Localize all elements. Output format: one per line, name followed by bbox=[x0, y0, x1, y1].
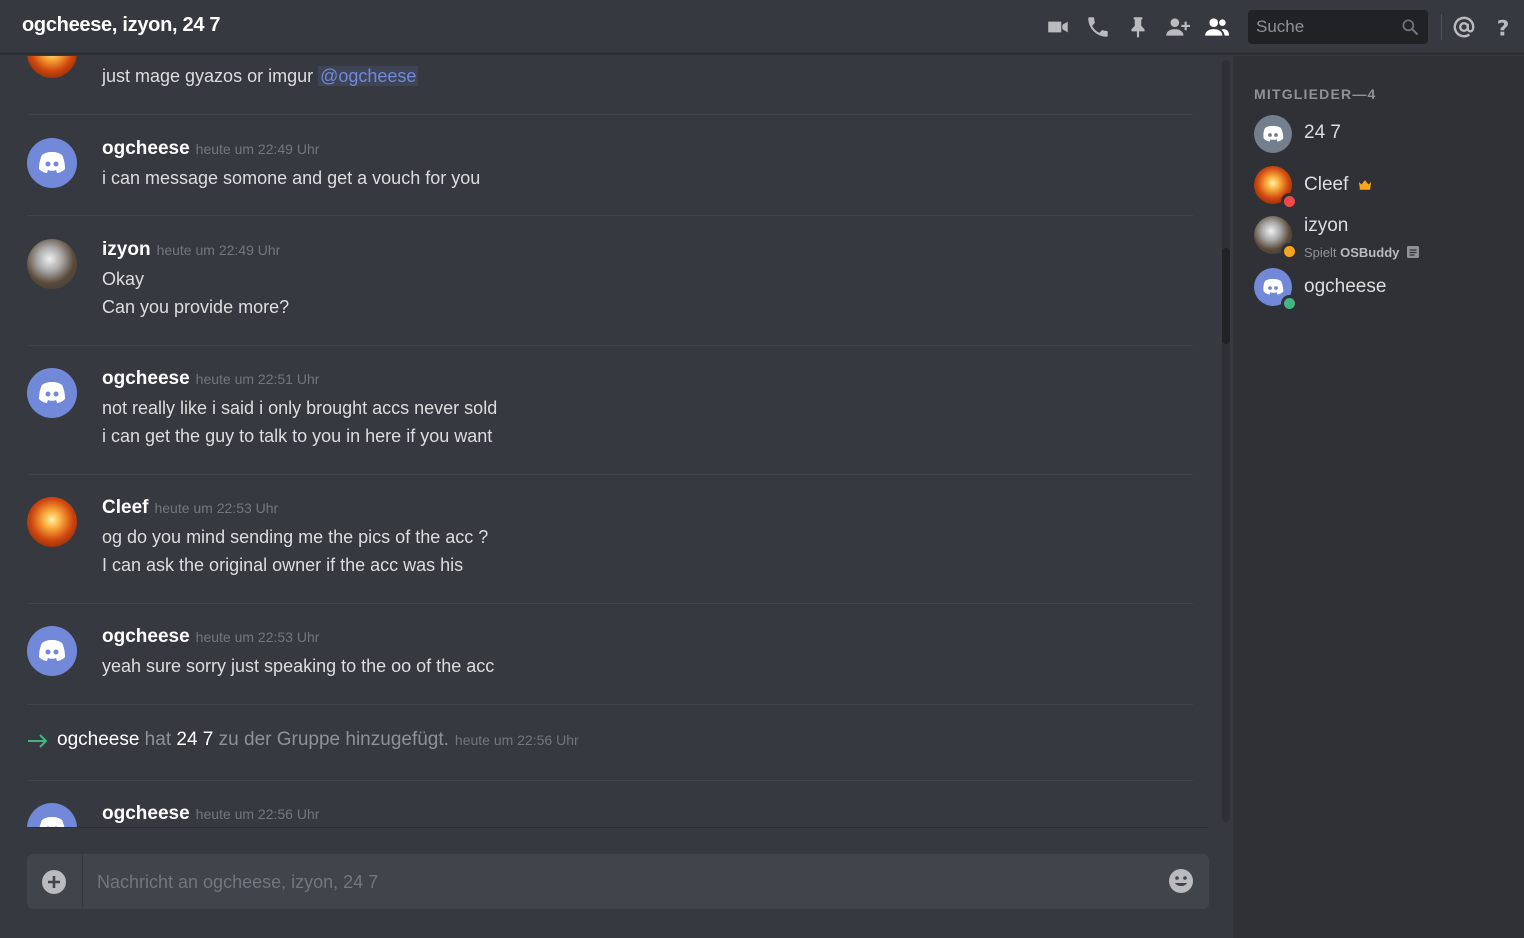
system-text: hat bbox=[139, 729, 177, 750]
header-divider bbox=[1441, 14, 1442, 40]
member-name-text: Cleef bbox=[1304, 174, 1349, 196]
author-name[interactable]: ogcheese bbox=[102, 368, 190, 389]
message-author[interactable]: Cleef heute um 22:53 Uhr bbox=[102, 497, 278, 519]
scrollbar-track[interactable] bbox=[1222, 60, 1230, 822]
message-text: i can get the guy to talk to you in here… bbox=[102, 426, 493, 446]
member-item-ogcheese[interactable]: ogcheese bbox=[1254, 268, 1514, 312]
author-name[interactable]: Cleef bbox=[102, 497, 148, 518]
message-divider bbox=[27, 345, 1193, 346]
help-icon[interactable]: ? bbox=[1490, 14, 1516, 42]
message-timestamp: heute um 22:56 Uhr bbox=[454, 732, 579, 748]
avatar[interactable] bbox=[27, 368, 77, 418]
system-message-text: ogcheese hat 24 7 zu der Gruppe hinzugef… bbox=[57, 729, 579, 751]
system-target[interactable]: 24 7 bbox=[176, 729, 213, 750]
avatar[interactable] bbox=[27, 497, 77, 547]
search-input[interactable] bbox=[1248, 10, 1398, 44]
activity-prefix: Spielt bbox=[1304, 245, 1341, 260]
activity-name: OSBuddy bbox=[1340, 245, 1400, 260]
message-text: i can message somone and get a vouch for… bbox=[102, 168, 481, 188]
channel-title: ogcheese, izyon, 24 7 bbox=[22, 14, 221, 36]
scrollbar-thumb[interactable] bbox=[1222, 248, 1230, 344]
online-status-icon bbox=[1281, 295, 1298, 312]
system-message: ogcheese hat 24 7 zu der Gruppe hinzugef… bbox=[27, 729, 1193, 757]
dnd-status-icon bbox=[1281, 193, 1298, 210]
message-text: Can you provide more? bbox=[102, 297, 290, 317]
rich-presence-icon[interactable] bbox=[1407, 246, 1419, 261]
message-timestamp: heute um 22:49 Uhr bbox=[195, 141, 320, 157]
message-timestamp: heute um 22:49 Uhr bbox=[156, 242, 281, 258]
avatar bbox=[1254, 115, 1292, 153]
message-author[interactable]: ogcheese heute um 22:53 Uhr bbox=[102, 626, 319, 648]
system-text: zu der Gruppe hinzugefügt. bbox=[213, 729, 449, 750]
message-timestamp: heute um 22:56 Uhr bbox=[195, 806, 320, 822]
message-text: not really like i said i only brought ac… bbox=[102, 398, 498, 418]
message-composer bbox=[27, 854, 1209, 911]
search-box[interactable] bbox=[1248, 10, 1428, 44]
user-mention[interactable]: @ogcheese bbox=[318, 66, 419, 86]
message-author[interactable]: ogcheese heute um 22:51 Uhr bbox=[102, 368, 319, 390]
search-icon[interactable] bbox=[1400, 17, 1420, 37]
avatar[interactable] bbox=[27, 626, 77, 676]
member-list-icon[interactable] bbox=[1204, 14, 1230, 40]
message-divider bbox=[27, 474, 1193, 475]
message-author[interactable]: izyon heute um 22:49 Uhr bbox=[102, 239, 280, 261]
author-name[interactable]: izyon bbox=[102, 239, 151, 260]
video-call-icon[interactable] bbox=[1045, 14, 1071, 40]
message-list[interactable]: just mage gyazos or imgur @ogcheese ogch… bbox=[0, 56, 1208, 828]
emoji-picker-button[interactable] bbox=[1167, 867, 1195, 895]
member-name: ogcheese bbox=[1304, 276, 1387, 297]
message-divider bbox=[27, 780, 1193, 781]
upload-button[interactable] bbox=[40, 868, 68, 896]
member-list: MITGLIEDER—4 24 7 Cleef izyon Spielt OSB… bbox=[1233, 56, 1524, 938]
message-text: yeah sure sorry just speaking to the oo … bbox=[102, 656, 495, 676]
avatar[interactable] bbox=[27, 803, 77, 828]
message-timestamp: heute um 22:51 Uhr bbox=[195, 371, 320, 387]
plus-circle-icon bbox=[42, 870, 66, 894]
message-text-content: just mage gyazos or imgur bbox=[102, 66, 319, 86]
message-text: og do you mind sending me the pics of th… bbox=[102, 527, 489, 547]
system-actor[interactable]: ogcheese bbox=[57, 729, 139, 750]
voice-call-icon[interactable] bbox=[1085, 14, 1111, 40]
member-name: izyon bbox=[1304, 215, 1349, 236]
avatar[interactable] bbox=[27, 239, 77, 289]
author-name[interactable]: ogcheese bbox=[102, 803, 190, 824]
pin-icon[interactable] bbox=[1125, 14, 1151, 40]
composer-separator bbox=[82, 854, 83, 909]
member-item-cleef[interactable]: Cleef bbox=[1254, 166, 1514, 210]
message-author[interactable]: ogcheese heute um 22:49 Uhr bbox=[102, 138, 319, 160]
header: ogcheese, izyon, 24 7 ? bbox=[0, 0, 1524, 54]
message-text: I can ask the original owner if the acc … bbox=[102, 555, 464, 575]
message-divider bbox=[27, 215, 1193, 216]
message-text: Okay bbox=[102, 269, 145, 289]
member-item-24-7[interactable]: 24 7 bbox=[1254, 115, 1514, 159]
message-timestamp: heute um 22:53 Uhr bbox=[195, 629, 320, 645]
avatar[interactable] bbox=[27, 56, 77, 78]
message-timestamp: heute um 22:53 Uhr bbox=[154, 500, 279, 516]
member-item-izyon[interactable]: izyon Spielt OSBuddy bbox=[1254, 215, 1514, 261]
crown-icon bbox=[1358, 174, 1372, 196]
svg-text:?: ? bbox=[1497, 17, 1510, 40]
message-author[interactable]: ogcheese heute um 22:56 Uhr bbox=[102, 803, 319, 825]
author-name[interactable]: ogcheese bbox=[102, 138, 190, 159]
message-input[interactable] bbox=[95, 854, 1159, 911]
member-name: 24 7 bbox=[1304, 122, 1341, 143]
idle-status-icon bbox=[1281, 243, 1298, 260]
message-text: just mage gyazos or imgur @ogcheese bbox=[102, 66, 419, 87]
mentions-icon[interactable] bbox=[1451, 14, 1477, 40]
add-friend-icon[interactable] bbox=[1164, 14, 1190, 40]
message-divider bbox=[27, 114, 1193, 115]
smiley-icon bbox=[1169, 869, 1193, 893]
arrow-right-icon bbox=[27, 731, 49, 751]
message-divider bbox=[27, 704, 1193, 705]
avatar[interactable] bbox=[27, 138, 77, 188]
member-list-header: MITGLIEDER—4 bbox=[1254, 86, 1377, 102]
member-name: Cleef bbox=[1304, 174, 1372, 196]
member-activity: Spielt OSBuddy bbox=[1304, 245, 1419, 261]
message-divider bbox=[27, 603, 1193, 604]
author-name[interactable]: ogcheese bbox=[102, 626, 190, 647]
composer-divider bbox=[27, 827, 1208, 828]
